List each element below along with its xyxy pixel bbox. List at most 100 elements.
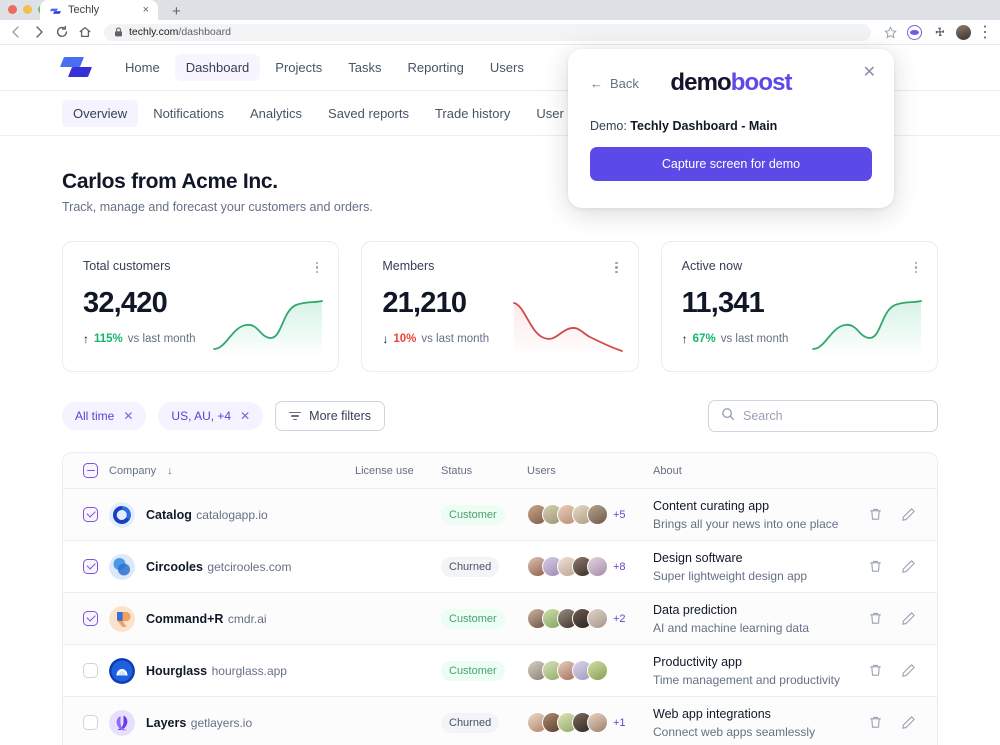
close-window-button[interactable] — [8, 5, 17, 14]
sort-descending-icon[interactable]: ↓ — [167, 465, 173, 477]
stat-label: Total customers — [83, 259, 171, 273]
nav-item-tasks[interactable]: Tasks — [337, 54, 392, 81]
row-checkbox[interactable] — [83, 507, 98, 522]
filter-chip-all-time[interactable]: All time ✕ — [62, 402, 147, 430]
browser-titlebar: Techly × + — [0, 0, 1000, 20]
tab-saved-reports[interactable]: Saved reports — [317, 100, 420, 127]
header-company: Company ↓ — [83, 463, 355, 478]
new-tab-button[interactable]: + — [172, 4, 181, 19]
tab-close-icon[interactable]: × — [143, 4, 149, 16]
browser-tab-techly[interactable]: Techly × — [40, 0, 158, 20]
company-name: Circooles — [146, 559, 203, 574]
tab-analytics[interactable]: Analytics — [239, 100, 313, 127]
sparkline-chart — [811, 295, 923, 357]
delete-icon[interactable] — [867, 558, 884, 575]
chip-remove-icon[interactable]: ✕ — [123, 410, 133, 422]
customers-table: Company ↓ License use Status Users About — [62, 452, 938, 745]
nav-item-reporting[interactable]: Reporting — [397, 54, 475, 81]
extra-users-count: +1 — [613, 716, 626, 729]
tab-trade-history[interactable]: Trade history — [424, 100, 521, 127]
edit-icon[interactable] — [900, 558, 917, 575]
puzzle-icon[interactable] — [931, 24, 947, 40]
delete-icon[interactable] — [867, 714, 884, 731]
url-domain: techly.com — [129, 26, 179, 38]
extra-users-count: +2 — [613, 612, 626, 625]
demo-prefix: Demo: — [590, 119, 631, 133]
stat-card-total-customers: Total customers 32,420 ↑ 115% vs last mo… — [62, 241, 340, 372]
nav-item-users[interactable]: Users — [479, 54, 535, 81]
profile-avatar[interactable] — [956, 24, 971, 40]
logo-boost-text: boost — [730, 69, 793, 96]
popup-close-icon[interactable]: ✕ — [863, 65, 876, 81]
select-all-checkbox[interactable] — [83, 463, 98, 478]
forward-icon[interactable] — [31, 24, 47, 40]
row-checkbox[interactable] — [83, 715, 98, 730]
nav-item-projects[interactable]: Projects — [264, 54, 333, 81]
cell-users: +5 — [527, 504, 653, 525]
cell-status: Customer — [441, 504, 527, 525]
filter-chip-regions[interactable]: US, AU, +4 ✕ — [158, 402, 264, 430]
logo-demo-text: demo — [670, 69, 731, 96]
chrome-menu-icon[interactable]: ⋮ — [977, 24, 993, 41]
table-row[interactable]: Hourglass hourglass.app Customer Product… — [63, 645, 937, 697]
cell-status: Churned — [441, 556, 527, 577]
stat-comparison: vs last month — [127, 333, 196, 346]
table-row[interactable]: Catalog catalogapp.io Customer +5 Conten… — [63, 489, 937, 541]
cell-status: Churned — [441, 712, 527, 733]
card-menu-icon[interactable] — [914, 259, 917, 274]
reload-icon[interactable] — [54, 24, 70, 40]
nav-item-dashboard[interactable]: Dashboard — [174, 54, 261, 81]
row-checkbox[interactable] — [83, 559, 98, 574]
delete-icon[interactable] — [867, 610, 884, 627]
cell-users: +8 — [527, 556, 653, 577]
row-checkbox[interactable] — [83, 611, 98, 626]
url-text: techly.com/dashboard — [129, 26, 231, 38]
header-status: Status — [441, 464, 473, 477]
techly-logo[interactable] — [59, 55, 93, 81]
back-icon[interactable] — [8, 24, 24, 40]
table-row[interactable]: Layers getlayers.io Churned +1 Web app i… — [63, 697, 937, 745]
card-menu-icon[interactable] — [315, 259, 319, 274]
company-logo-icon — [109, 553, 135, 580]
more-filters-button[interactable]: More filters — [275, 401, 385, 431]
card-menu-icon[interactable] — [615, 259, 618, 274]
search-input[interactable] — [743, 409, 925, 423]
edit-icon[interactable] — [900, 714, 917, 731]
cell-company: Layers getlayers.io — [83, 709, 355, 736]
demoboost-extension-icon[interactable] — [907, 24, 922, 40]
cell-company: Hourglass hourglass.app — [83, 657, 355, 684]
capture-screen-button[interactable]: Capture screen for demo — [590, 147, 872, 181]
edit-icon[interactable] — [900, 662, 917, 679]
cell-about: Content curating app Brings all your new… — [653, 497, 843, 533]
search-icon — [721, 407, 735, 426]
stat-card-active-now: Active now 11,341 ↑ 67% vs last month — [660, 241, 938, 372]
avatar — [587, 608, 608, 629]
delete-icon[interactable] — [867, 506, 884, 523]
chip-label: US, AU, +4 — [171, 409, 232, 423]
company-info: Layers getlayers.io — [146, 714, 252, 732]
tab-overview[interactable]: Overview — [62, 99, 139, 127]
edit-icon[interactable] — [900, 610, 917, 627]
cell-company: Circooles getcirooles.com — [83, 553, 355, 580]
table-row[interactable]: Circooles getcirooles.com Churned +8 Des… — [63, 541, 937, 593]
company-url: hourglass.app — [211, 663, 287, 678]
search-box[interactable] — [708, 400, 938, 432]
minimize-window-button[interactable] — [23, 5, 32, 14]
nav-item-home[interactable]: Home — [114, 54, 171, 81]
chip-remove-icon[interactable]: ✕ — [240, 410, 250, 422]
cell-users: +1 — [527, 712, 653, 733]
bookmark-star-icon[interactable] — [882, 24, 898, 40]
table-row[interactable]: Command+R cmdr.ai Customer +2 Data predi… — [63, 593, 937, 645]
header-license-use: License use — [355, 464, 414, 477]
home-icon[interactable] — [77, 24, 93, 40]
chip-label: All time — [75, 409, 115, 423]
edit-icon[interactable] — [900, 506, 917, 523]
address-bar[interactable]: techly.com/dashboard — [104, 23, 871, 41]
stat-percent: 10% — [393, 333, 417, 346]
cell-actions — [843, 506, 917, 523]
tab-notifications[interactable]: Notifications — [142, 100, 235, 127]
status-badge: Customer — [441, 608, 505, 629]
popup-back-button[interactable]: ← Back — [590, 76, 639, 91]
row-checkbox[interactable] — [83, 663, 98, 678]
delete-icon[interactable] — [867, 662, 884, 679]
